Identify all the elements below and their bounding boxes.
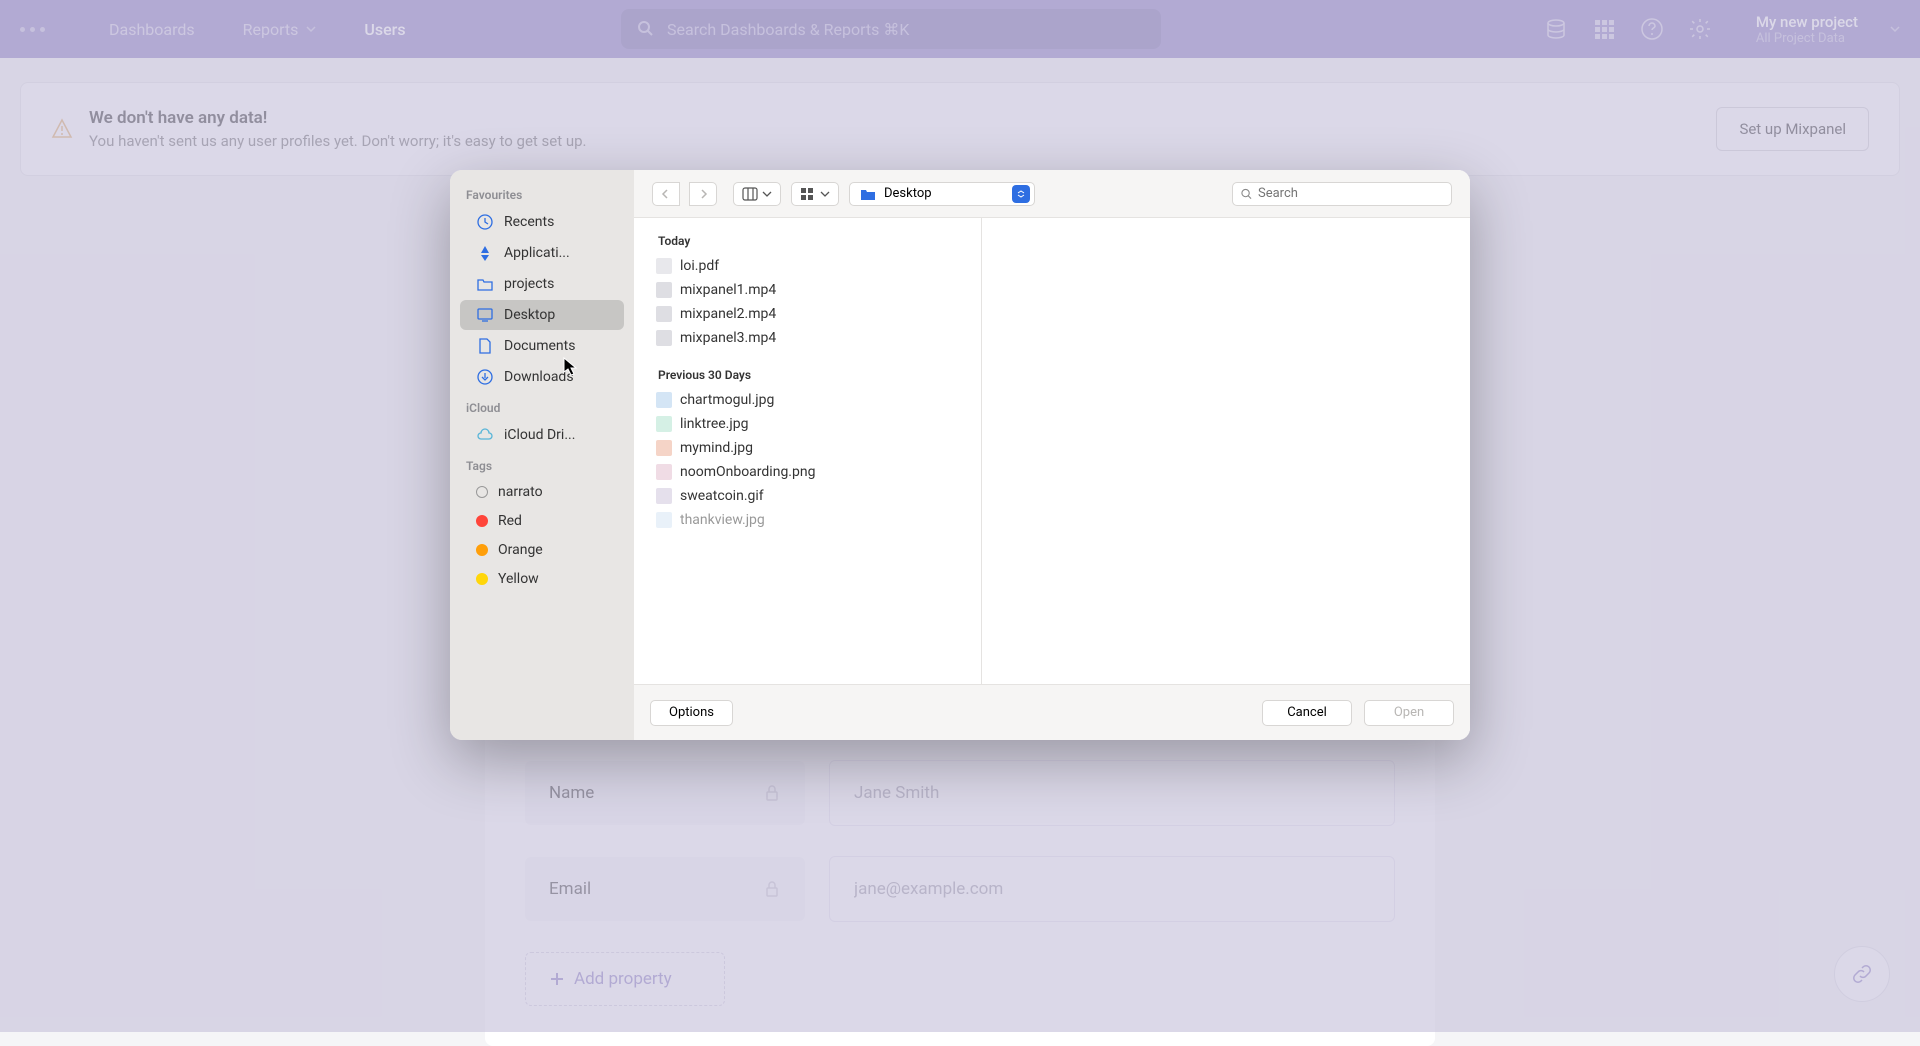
tag-yellow-label: Yellow [498, 571, 539, 587]
sidebar-item-recents[interactable]: Recents [460, 207, 624, 237]
image-icon [656, 416, 672, 432]
cancel-button[interactable]: Cancel [1262, 700, 1352, 726]
location-label: Desktop [884, 186, 1004, 201]
document-icon [476, 337, 494, 355]
file-name: linktree.jpg [680, 416, 748, 432]
app-icon [476, 244, 494, 262]
image-icon [656, 488, 672, 504]
dialog-search-input[interactable] [1258, 186, 1443, 201]
dialog-search[interactable] [1232, 182, 1452, 206]
folder-icon [476, 275, 494, 293]
icloud-section-label: iCloud [450, 393, 634, 419]
nav-back-button[interactable] [652, 182, 680, 206]
sidebar-documents-label: Documents [504, 338, 575, 354]
file-item[interactable]: mixpanel1.mp4 [634, 278, 981, 302]
section-previous: Previous 30 Days [634, 362, 981, 388]
file-name: mixpanel2.mp4 [680, 306, 776, 322]
file-name: noomOnboarding.png [680, 464, 815, 480]
sidebar-item-downloads[interactable]: Downloads [460, 362, 624, 392]
search-icon [1241, 188, 1252, 200]
file-item[interactable]: sweatcoin.gif [634, 484, 981, 508]
file-name: sweatcoin.gif [680, 488, 764, 504]
sidebar-recents-label: Recents [504, 214, 554, 230]
cloud-icon [476, 426, 494, 444]
image-icon [656, 392, 672, 408]
tag-orange-label: Orange [498, 542, 543, 558]
file-open-dialog: Favourites Recents Applicati... projects… [450, 170, 1470, 740]
sidebar-applications-label: Applicati... [504, 245, 570, 261]
view-grid-button[interactable] [791, 182, 839, 206]
file-item[interactable]: mixpanel2.mp4 [634, 302, 981, 326]
sidebar-tag-red[interactable]: Red [460, 507, 624, 535]
chevron-left-icon [661, 189, 671, 199]
dialog-sidebar: Favourites Recents Applicati... projects… [450, 170, 634, 740]
dialog-toolbar: Desktop [634, 170, 1470, 218]
sidebar-item-documents[interactable]: Documents [460, 331, 624, 361]
tag-red-icon [476, 515, 488, 527]
file-columns: Today loi.pdf mixpanel1.mp4 mixpanel2.mp… [634, 218, 1470, 684]
sidebar-item-projects[interactable]: projects [460, 269, 624, 299]
file-name: loi.pdf [680, 258, 719, 274]
file-item[interactable]: thankview.jpg [634, 508, 981, 532]
pdf-icon [656, 258, 672, 274]
sidebar-projects-label: projects [504, 276, 554, 292]
sidebar-icloud-label: iCloud Dri... [504, 427, 575, 443]
tag-orange-icon [476, 544, 488, 556]
file-column-empty [982, 218, 1470, 684]
clock-icon [476, 213, 494, 231]
open-button[interactable]: Open [1364, 700, 1454, 726]
sidebar-item-icloud-drive[interactable]: iCloud Dri... [460, 420, 624, 450]
desktop-icon [476, 306, 494, 324]
chevron-down-icon [762, 189, 772, 199]
file-item[interactable]: linktree.jpg [634, 412, 981, 436]
stepper-icon [1012, 185, 1030, 203]
file-name: thankview.jpg [680, 512, 765, 528]
file-item[interactable]: noomOnboarding.png [634, 460, 981, 484]
options-button[interactable]: Options [650, 700, 733, 726]
file-item[interactable]: mymind.jpg [634, 436, 981, 460]
video-icon [656, 282, 672, 298]
tags-section-label: Tags [450, 451, 634, 477]
file-name: mixpanel3.mp4 [680, 330, 776, 346]
grid-icon [800, 187, 816, 201]
folder-icon [860, 187, 876, 201]
mouse-cursor-icon [563, 357, 579, 377]
file-name: chartmogul.jpg [680, 392, 774, 408]
file-item[interactable]: loi.pdf [634, 254, 981, 278]
download-icon [476, 368, 494, 386]
file-item[interactable]: mixpanel3.mp4 [634, 326, 981, 350]
favourites-section-label: Favourites [450, 180, 634, 206]
tag-empty-icon [476, 486, 488, 498]
dialog-main: Desktop Today loi.pdf mixpanel1.mp4 mix [634, 170, 1470, 740]
sidebar-tag-yellow[interactable]: Yellow [460, 565, 624, 593]
view-columns-button[interactable] [733, 182, 781, 206]
sidebar-item-desktop[interactable]: Desktop [460, 300, 624, 330]
chevron-down-icon [820, 189, 830, 199]
section-today: Today [634, 228, 981, 254]
tag-narrato-label: narrato [498, 484, 543, 500]
file-column: Today loi.pdf mixpanel1.mp4 mixpanel2.mp… [634, 218, 982, 684]
sidebar-tag-narrato[interactable]: narrato [460, 478, 624, 506]
tag-red-label: Red [498, 513, 522, 529]
sidebar-desktop-label: Desktop [504, 307, 555, 323]
video-icon [656, 330, 672, 346]
sidebar-item-applications[interactable]: Applicati... [460, 238, 624, 268]
file-name: mixpanel1.mp4 [680, 282, 776, 298]
video-icon [656, 306, 672, 322]
image-icon [656, 464, 672, 480]
image-icon [656, 512, 672, 528]
file-name: mymind.jpg [680, 440, 753, 456]
chevron-right-icon [698, 189, 708, 199]
columns-icon [742, 187, 758, 201]
location-selector[interactable]: Desktop [849, 182, 1035, 206]
file-item[interactable]: chartmogul.jpg [634, 388, 981, 412]
image-icon [656, 440, 672, 456]
sidebar-tag-orange[interactable]: Orange [460, 536, 624, 564]
tag-yellow-icon [476, 573, 488, 585]
nav-forward-button[interactable] [689, 182, 717, 206]
dialog-bottom-bar: Options Cancel Open [634, 684, 1470, 740]
